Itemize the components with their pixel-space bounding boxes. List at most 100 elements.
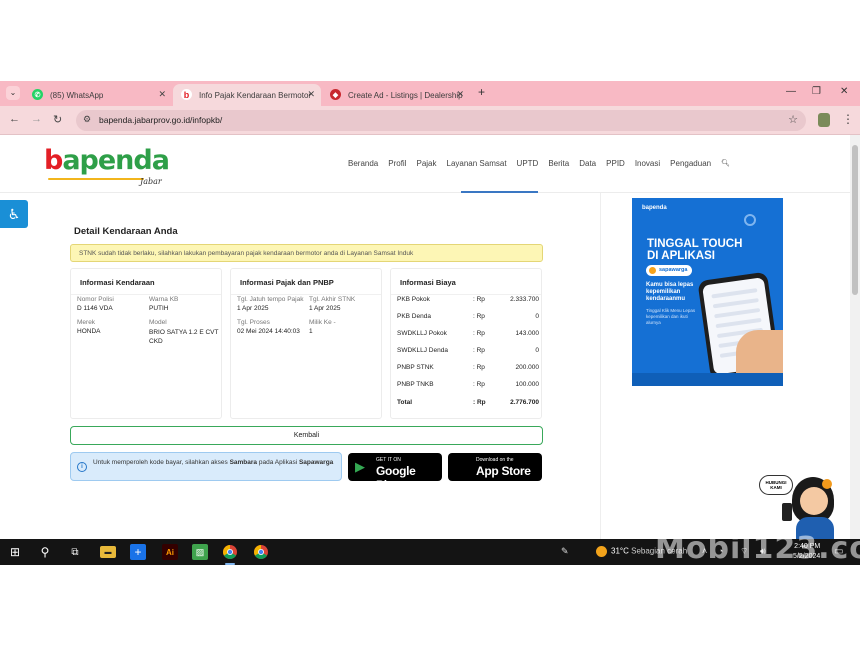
url-text[interactable]: bapenda.jabarprov.go.id/infopkb/ xyxy=(99,115,222,125)
sapawarga-ad-banner[interactable]: bapenda TINGGAL TOUCH DI APLIKASI sapawar… xyxy=(632,198,783,386)
chat-mascot[interactable]: HUBUNGI KAMI xyxy=(756,475,846,539)
logo-swoosh xyxy=(48,178,144,180)
value-nopol: D 1146 VDA xyxy=(77,305,113,312)
task-view-icon[interactable]: ⧉ xyxy=(67,544,83,560)
tab-create-ad[interactable]: ◆ Create Ad - Listings | Dealership ✕ xyxy=(322,84,470,106)
label-milik-ke: Milik Ke - xyxy=(309,319,336,326)
biaya-value: 2.333.700 xyxy=(510,296,539,303)
nav-profil[interactable]: Profil xyxy=(388,159,406,168)
nav-berita[interactable]: Berita xyxy=(548,159,569,168)
kembali-button[interactable]: Kembali xyxy=(70,426,543,445)
phone-row xyxy=(715,317,762,329)
file-explorer-icon[interactable]: ▬ xyxy=(100,546,116,558)
biaya-total-row: Total: Rp 2.776.700 xyxy=(397,399,539,409)
new-tab-button[interactable]: + xyxy=(478,85,485,99)
label-nopol: Nomor Polisi xyxy=(77,296,114,303)
nav-ppid[interactable]: PPID xyxy=(606,159,625,168)
close-window-button[interactable]: ✕ xyxy=(840,86,848,97)
currency: : Rp xyxy=(473,313,485,320)
currency: : Rp xyxy=(473,296,485,303)
nav-pajak[interactable]: Pajak xyxy=(416,159,436,168)
search-icon[interactable]: 🔍︎ xyxy=(721,159,730,168)
biaya-row: PNBP STNK: Rp 200.000 xyxy=(397,364,539,374)
tab-title: Create Ad - Listings | Dealership xyxy=(348,90,463,100)
chrome-icon[interactable] xyxy=(222,544,238,565)
biaya-value: 143.000 xyxy=(515,330,540,337)
page-scrollbar[interactable] xyxy=(850,135,860,539)
ad-headline: TINGGAL TOUCH DI APLIKASI xyxy=(647,238,777,262)
stnk-notice: STNK sudah tidak berlaku, silahkan lakuk… xyxy=(70,244,543,262)
label-jatuh-tempo: Tgl. Jatuh tempo Pajak xyxy=(237,296,304,303)
biaya-value: 200.000 xyxy=(515,364,540,371)
web-page: bapenda Jabar Beranda Profil Pajak Layan… xyxy=(0,135,850,539)
label-tgl-proses: Tgl. Proses xyxy=(237,319,270,326)
nav-data[interactable]: Data xyxy=(579,159,596,168)
nav-beranda[interactable]: Beranda xyxy=(348,159,378,168)
biaya-row: SWDKLLJ Denda: Rp 0 xyxy=(397,347,539,357)
forward-icon[interactable]: → xyxy=(31,113,42,125)
mobil123-watermark: Mobil123.com xyxy=(655,531,860,565)
green-app-icon[interactable]: ▨ xyxy=(192,544,208,560)
plus-app-icon[interactable]: + xyxy=(130,544,146,560)
app-store-button[interactable]: Download on the App Store xyxy=(448,453,542,481)
biaya-label: SWDKLLJ Pokok xyxy=(397,330,447,337)
browser-menu-icon[interactable]: ⋮ xyxy=(842,112,854,126)
card-informasi-kendaraan: Informasi Kendaraan Nomor Polisi D 1146 … xyxy=(70,268,222,419)
label-akhir-stnk: Tgl. Akhir STNK xyxy=(309,296,356,303)
info-sapawarga: Sapawarga xyxy=(298,459,334,466)
weather-icon xyxy=(596,546,607,557)
windows-start-icon[interactable]: ⊞ xyxy=(7,544,23,560)
back-icon[interactable]: ← xyxy=(9,113,20,125)
card-informasi-biaya: Informasi Biaya PKB Pokok: Rp 2.333.700 P… xyxy=(390,268,542,419)
biaya-row: PNBP TNKB: Rp 100.000 xyxy=(397,381,539,391)
tab-info-pajak[interactable]: b Info Pajak Kendaraan Bermotor ✕ xyxy=(173,84,321,106)
nav-pengaduan[interactable]: Pengaduan xyxy=(670,159,711,168)
close-icon[interactable]: ✕ xyxy=(158,89,166,100)
ad-brand: bapenda xyxy=(642,205,667,211)
browser-toolbar: ← → ↻ ⚙ bapenda.jabarprov.go.id/infopkb/… xyxy=(0,106,860,135)
mascot-face xyxy=(800,487,828,515)
phone-row xyxy=(712,298,759,309)
pen-menu-icon[interactable]: ✎ xyxy=(561,546,569,557)
label-model: Model xyxy=(149,319,167,326)
biaya-label: PKB Denda xyxy=(397,313,431,320)
close-icon[interactable]: ✕ xyxy=(456,89,464,100)
search-icon[interactable]: ⚲ xyxy=(37,544,53,560)
illustrator-icon[interactable]: Ai xyxy=(162,544,178,560)
mobil123-icon: ◆ xyxy=(330,89,341,100)
google-play-icon: ▶ xyxy=(355,459,365,474)
divider xyxy=(71,294,221,295)
bapenda-logo[interactable]: bapenda Jabar xyxy=(44,145,170,186)
logo-subtitle: Jabar xyxy=(140,177,162,186)
close-icon[interactable]: ✕ xyxy=(307,89,315,100)
tab-search-button[interactable]: ⌄ xyxy=(6,86,20,100)
chrome-profile-icon[interactable] xyxy=(253,544,269,560)
nav-inovasi[interactable]: Inovasi xyxy=(635,159,660,168)
currency: : Rp xyxy=(473,399,486,406)
bookmark-star-icon[interactable]: ☆ xyxy=(788,113,798,126)
ad-bottom-bar xyxy=(632,373,783,386)
tab-title: Info Pajak Kendaraan Bermotor xyxy=(199,90,312,100)
minimize-button[interactable]: — xyxy=(786,86,796,97)
tab-whatsapp[interactable]: ✆ (85) WhatsApp ✕ xyxy=(24,84,172,106)
biaya-label: SWDKLLJ Denda xyxy=(397,347,448,354)
logo-letter: b xyxy=(44,145,63,176)
biaya-label: PKB Pokok xyxy=(397,296,430,303)
page-title: Detail Kendaraan Anda xyxy=(74,226,178,237)
extension-icon[interactable] xyxy=(818,113,830,127)
value-model: BRIO SATYA 1.2 E CVT CKD xyxy=(149,329,219,345)
nav-uptd[interactable]: UPTD xyxy=(517,159,539,168)
ad-headline-2: DI APLIKASI xyxy=(647,250,715,262)
address-bar[interactable]: ⚙ bapenda.jabarprov.go.id/infopkb/ ☆ xyxy=(76,110,806,131)
restore-button[interactable]: ❐ xyxy=(812,86,821,97)
scrollbar-thumb[interactable] xyxy=(852,145,858,295)
site-info-icon[interactable]: ⚙ xyxy=(83,114,91,125)
value-merek: HONDA xyxy=(77,328,101,335)
reload-icon[interactable]: ↻ xyxy=(53,113,62,126)
google-play-button[interactable]: ▶ GET IT ON Google Play xyxy=(348,453,442,492)
biaya-value: 0 xyxy=(535,347,539,354)
nav-layanan-samsat[interactable]: Layanan Samsat xyxy=(447,159,507,168)
value-akhir-stnk: 1 Apr 2025 xyxy=(309,305,341,312)
accessibility-button[interactable]: ♿︎ xyxy=(0,200,28,228)
ad-headline-1: TINGGAL TOUCH xyxy=(647,238,743,250)
